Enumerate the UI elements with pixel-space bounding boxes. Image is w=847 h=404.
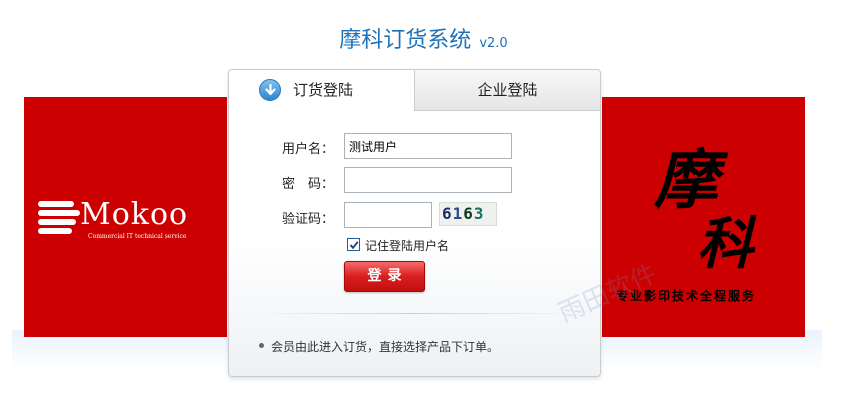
page-header: 摩科订货系统 v2.0 bbox=[0, 22, 847, 54]
logo-bars-icon bbox=[38, 201, 80, 234]
version-label: v2.0 bbox=[479, 36, 508, 51]
login-panel: 订货登陆 企业登陆 用户名： 密 码： 验证码： 6163 记住登陆用户名 登录… bbox=[228, 69, 601, 377]
username-input[interactable] bbox=[344, 133, 512, 159]
password-label: 密 码： bbox=[282, 177, 335, 192]
divider bbox=[249, 313, 579, 314]
logo-text: Mokoo bbox=[80, 197, 189, 232]
captcha-label: 验证码： bbox=[282, 212, 335, 227]
tab-order-login[interactable]: 订货登陆 bbox=[229, 70, 415, 111]
password-input[interactable] bbox=[344, 167, 512, 193]
left-banner: Mokoo Commercial IT technical service bbox=[24, 97, 227, 337]
remember-checkbox[interactable] bbox=[347, 238, 360, 251]
bullet-icon bbox=[259, 343, 264, 348]
calligraphy-char-2: 科 bbox=[697, 211, 753, 277]
page-title: 摩科订货系统 bbox=[339, 28, 472, 53]
login-tabs: 订货登陆 企业登陆 bbox=[229, 70, 600, 111]
captcha-input[interactable] bbox=[344, 202, 432, 228]
member-note-text: 会员由此进入订货，直接选择产品下订单。 bbox=[271, 340, 500, 354]
tab-enterprise-login[interactable]: 企业登陆 bbox=[415, 70, 600, 111]
login-button[interactable]: 登录 bbox=[344, 261, 425, 292]
member-note: 会员由此进入订货，直接选择产品下订单。 bbox=[259, 338, 500, 355]
captcha-image[interactable]: 6163 bbox=[439, 202, 497, 226]
remember-label: 记住登陆用户名 bbox=[365, 239, 450, 253]
right-banner: 摩 科 专业影印技术全程服务 bbox=[602, 97, 805, 337]
username-label: 用户名： bbox=[282, 142, 335, 157]
download-arrow-icon bbox=[259, 79, 281, 101]
tab-order-login-label: 订货登陆 bbox=[293, 81, 354, 99]
logo-subtext: Commercial IT technical service bbox=[88, 233, 187, 240]
mokoo-logo: Mokoo Commercial IT technical service bbox=[38, 197, 213, 243]
